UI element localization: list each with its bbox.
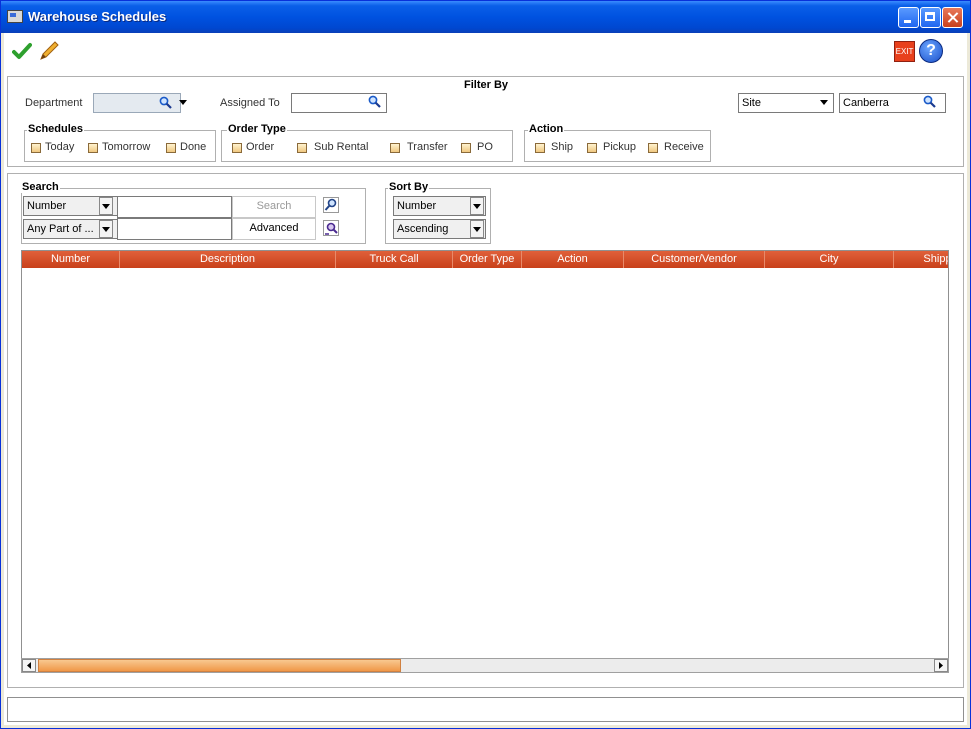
po-checkbox[interactable] <box>461 143 471 153</box>
sort-order-dropdown[interactable] <box>470 220 484 238</box>
column-order-type[interactable]: Order Type <box>453 251 522 268</box>
receive-checkbox[interactable] <box>648 143 658 153</box>
department-label: Department <box>25 97 83 109</box>
sort-field-dropdown[interactable] <box>470 197 484 215</box>
main-window: Warehouse Schedules EXIT ? Filter By Dep… <box>0 0 971 729</box>
column-shipping[interactable]: Shippi <box>894 251 948 268</box>
scroll-left-button[interactable] <box>22 659 36 672</box>
scroll-left-icon <box>27 662 31 669</box>
title-bar[interactable]: Warehouse Schedules <box>1 1 970 33</box>
search-icon[interactable] <box>323 197 339 213</box>
minimize-button[interactable] <box>898 7 919 28</box>
site-search-icon[interactable] <box>923 95 936 108</box>
app-icon <box>7 10 23 23</box>
assigned-to-search-icon[interactable] <box>368 95 381 108</box>
ship-label: Ship <box>551 141 574 153</box>
ship-checkbox[interactable] <box>535 143 545 153</box>
schedules-group: Schedules Today Tomorrow Done <box>24 123 216 162</box>
order-label: Order <box>246 141 275 153</box>
column-number[interactable]: Number <box>22 251 120 268</box>
transfer-label: Transfer <box>407 141 448 153</box>
sub-rental-checkbox[interactable] <box>297 143 307 153</box>
pencil-icon[interactable] <box>38 40 60 62</box>
sort-group: Sort By Number Ascending <box>385 181 491 244</box>
column-city[interactable]: City <box>765 251 894 268</box>
order-type-group: Order Type Order Sub Rental Transfer PO <box>221 123 513 162</box>
table-header: Number Description Truck Call Order Type… <box>22 251 948 268</box>
po-label: PO <box>477 141 493 153</box>
toolbar: EXIT ? <box>4 33 967 68</box>
filter-title: Filter By <box>464 79 509 91</box>
advanced-button[interactable]: Advanced <box>232 218 316 240</box>
department-search-icon[interactable] <box>159 96 172 109</box>
scroll-thumb[interactable] <box>38 659 401 672</box>
done-checkbox[interactable] <box>166 143 176 153</box>
maximize-button[interactable] <box>920 7 941 28</box>
pickup-checkbox[interactable] <box>587 143 597 153</box>
filter-panel: Filter By Department Assigned To Site Ca… <box>7 76 964 167</box>
tomorrow-label: Tomorrow <box>102 141 151 153</box>
search-button[interactable]: Search <box>232 196 316 218</box>
column-action[interactable]: Action <box>522 251 624 268</box>
status-bar <box>7 697 964 722</box>
window-title: Warehouse Schedules <box>28 9 167 24</box>
close-button[interactable] <box>942 7 963 28</box>
order-type-title: Order Type <box>227 123 287 135</box>
action-group: Action Ship Pickup Receive <box>524 123 711 162</box>
scroll-right-button[interactable] <box>934 659 948 672</box>
search-query2-input[interactable] <box>117 218 232 240</box>
today-checkbox[interactable] <box>31 143 41 153</box>
pickup-label: Pickup <box>603 141 637 153</box>
search-query-input[interactable] <box>117 196 232 218</box>
transfer-checkbox[interactable] <box>390 143 400 153</box>
assigned-to-label: Assigned To <box>220 97 280 109</box>
search-title: Search <box>21 181 60 193</box>
check-icon[interactable] <box>12 41 32 61</box>
scroll-right-icon <box>939 662 943 669</box>
action-title: Action <box>528 123 565 135</box>
schedules-title: Schedules <box>27 123 85 135</box>
help-icon[interactable]: ? <box>919 39 943 63</box>
search-match-dropdown[interactable] <box>99 220 113 238</box>
search-field-dropdown[interactable] <box>99 197 113 215</box>
column-description[interactable]: Description <box>120 251 336 268</box>
site-dropdown-icon[interactable] <box>818 94 832 112</box>
sub-rental-label: Sub Rental <box>314 141 369 153</box>
advanced-search-icon[interactable] <box>323 220 339 236</box>
column-truck-call[interactable]: Truck Call <box>336 251 453 268</box>
column-customer-vendor[interactable]: Customer/Vendor <box>624 251 765 268</box>
exit-icon[interactable]: EXIT <box>894 41 915 62</box>
search-group: Search Number Search Any Part of ... Adv… <box>21 181 366 244</box>
today-label: Today <box>45 141 75 153</box>
sort-title: Sort By <box>388 181 430 193</box>
order-checkbox[interactable] <box>232 143 242 153</box>
schedules-table[interactable]: Number Description Truck Call Order Type… <box>21 250 949 673</box>
horizontal-scrollbar[interactable] <box>21 658 949 673</box>
department-dropdown-icon[interactable] <box>177 94 191 112</box>
done-label: Done <box>180 141 207 153</box>
window-content: EXIT ? Filter By Department Assigned To … <box>4 33 967 725</box>
receive-label: Receive <box>664 141 704 153</box>
tomorrow-checkbox[interactable] <box>88 143 98 153</box>
